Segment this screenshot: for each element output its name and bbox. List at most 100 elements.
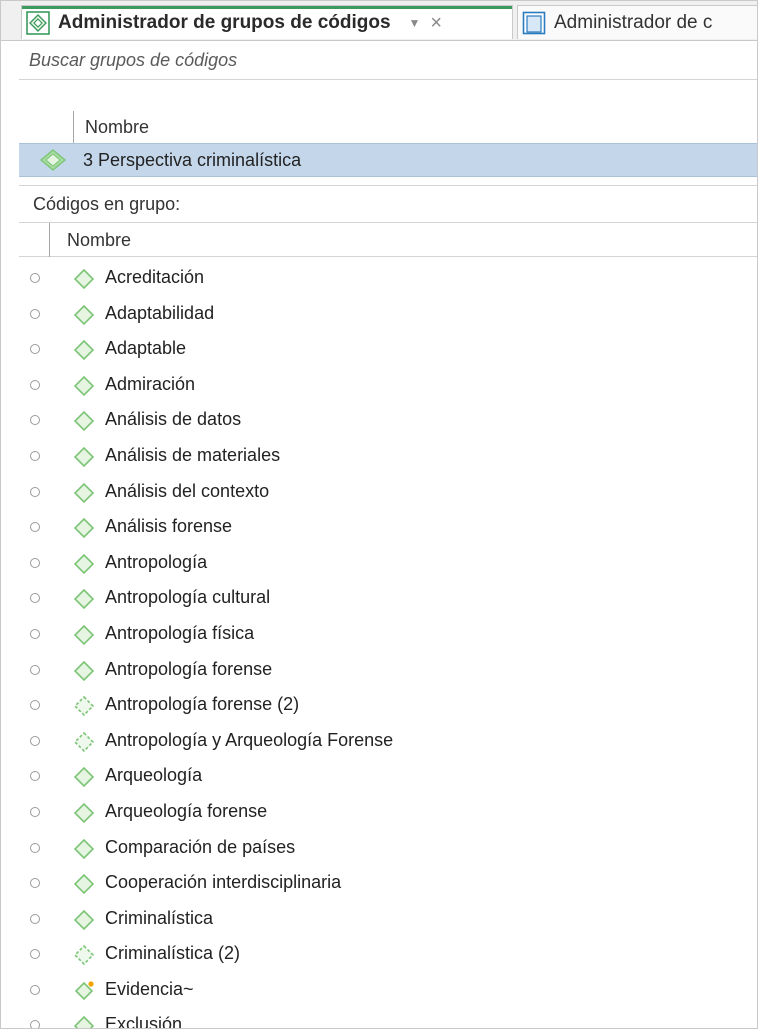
code-row[interactable]: Antropología forense (2) (19, 688, 757, 724)
code-diamond-icon (73, 518, 95, 539)
code-diamond-icon (73, 268, 95, 290)
code-manager-icon (522, 11, 546, 34)
code-dashed-diamond-icon (73, 945, 95, 966)
code-label: Exclusión (105, 1014, 183, 1029)
code-diamond-icon (73, 909, 95, 930)
radio-button[interactable] (30, 450, 40, 461)
code-label: Análisis del contexto (105, 480, 270, 501)
code-diamond-icon (73, 660, 95, 681)
codes-column-header[interactable]: Nombre (19, 223, 757, 257)
code-diamond-icon (73, 411, 95, 432)
radio-button[interactable] (30, 878, 40, 889)
code-label: Antropología cultural (105, 587, 271, 608)
radio-button[interactable] (30, 415, 40, 426)
code-label: Adaptabilidad (105, 302, 215, 323)
code-label: Análisis de datos (105, 409, 242, 430)
radio-button[interactable] (30, 273, 40, 283)
chevron-down-icon[interactable]: ▼ (409, 16, 421, 30)
code-label: Arqueología (105, 765, 203, 786)
search-input[interactable] (19, 49, 757, 71)
code-diamond-icon (73, 802, 95, 824)
code-row[interactable]: Comparación de países (19, 831, 757, 867)
code-diamond-icon (73, 838, 95, 859)
radio-button[interactable] (30, 949, 40, 960)
column-header-name[interactable]: Nombre (67, 230, 131, 251)
code-diamond-icon (73, 553, 95, 574)
code-label: Antropología forense (105, 658, 273, 679)
group-row-selected[interactable]: 3 Perspectiva criminalística (19, 143, 757, 177)
code-label: Antropología forense (2) (105, 694, 300, 715)
code-row[interactable]: Análisis forense (19, 510, 757, 546)
close-icon[interactable]: × (430, 13, 442, 33)
code-row[interactable]: Adaptabilidad (19, 297, 757, 333)
tab-strip: Administrador de grupos de códigos ▼ × A… (1, 1, 757, 41)
code-row[interactable]: Exclusión (19, 1008, 757, 1029)
code-label: Cooperación interdisciplinaria (105, 872, 342, 893)
radio-button[interactable] (30, 593, 40, 604)
radio-button[interactable] (30, 664, 40, 675)
code-row[interactable]: Acreditación (19, 261, 757, 297)
radio-button[interactable] (30, 771, 40, 782)
column-header-name[interactable]: Nombre (85, 117, 149, 138)
code-list: Acreditación Adaptabilidad Adaptable Admira… (19, 261, 757, 1029)
code-row[interactable]: Antropología cultural (19, 581, 757, 617)
radio-button[interactable] (30, 806, 40, 817)
radio-button[interactable] (30, 913, 40, 924)
code-row[interactable]: Admiración (19, 368, 757, 404)
codes-in-group-label: Códigos en grupo: (19, 185, 757, 223)
radio-button[interactable] (30, 842, 40, 853)
radio-button[interactable] (30, 522, 40, 533)
tab-title: Administrador de grupos de códigos (58, 11, 391, 33)
code-row[interactable]: Evidencia~ (19, 973, 757, 1009)
radio-button[interactable] (30, 486, 40, 497)
code-group-icon (39, 149, 67, 171)
radio-button[interactable] (30, 308, 40, 319)
code-row[interactable]: Cooperación interdisciplinaria (19, 866, 757, 902)
code-diamond-icon (73, 624, 95, 646)
radio-button[interactable] (30, 344, 40, 355)
code-row[interactable]: Antropología física (19, 617, 757, 653)
code-label: Antropología y Arqueología Forense (105, 729, 394, 750)
tab-code-manager[interactable]: Administrador de c (517, 5, 757, 39)
code-label: Análisis de materiales (105, 444, 281, 465)
radio-button[interactable] (30, 984, 40, 995)
code-label: Arqueología forense (105, 800, 268, 821)
code-diamond-icon (73, 767, 95, 788)
code-label: Análisis forense (105, 516, 233, 537)
code-group-manager-panel: Administrador de grupos de códigos ▼ × A… (0, 0, 758, 1029)
code-label: Admiración (105, 373, 196, 394)
code-row[interactable]: Análisis de materiales (19, 439, 757, 475)
tab-title: Administrador de c (554, 11, 713, 33)
code-row[interactable]: Antropología y Arqueología Forense (19, 724, 757, 760)
code-row[interactable]: Análisis de datos (19, 403, 757, 439)
code-label: Criminalística (2) (105, 943, 241, 964)
column-separator[interactable] (73, 111, 74, 143)
code-row[interactable]: Análisis del contexto (19, 475, 757, 511)
radio-button[interactable] (30, 628, 40, 639)
code-diamond-icon (73, 1016, 95, 1028)
code-row[interactable]: Antropología (19, 546, 757, 582)
code-row[interactable]: Criminalística (19, 902, 757, 938)
code-row[interactable]: Arqueología forense (19, 795, 757, 831)
code-dashed-diamond-icon (73, 695, 95, 717)
code-label: Criminalística (105, 907, 214, 928)
code-row[interactable]: Arqueología (19, 759, 757, 795)
code-row[interactable]: Adaptable (19, 332, 757, 368)
radio-button[interactable] (30, 735, 40, 746)
code-diamond-icon (73, 482, 95, 503)
active-tab-indicator (22, 6, 512, 9)
groups-column-header[interactable]: Nombre (19, 111, 757, 144)
column-separator[interactable] (49, 223, 50, 257)
code-label: Acreditación (105, 267, 205, 287)
code-diamond-icon (73, 304, 95, 325)
radio-button[interactable] (30, 1020, 40, 1028)
code-row[interactable]: Criminalística (2) (19, 937, 757, 973)
radio-button[interactable] (30, 700, 40, 711)
radio-button[interactable] (30, 557, 40, 568)
code-label: Antropología (105, 551, 208, 572)
tab-code-group-manager[interactable]: Administrador de grupos de códigos ▼ × (21, 5, 513, 39)
code-label: Antropología física (105, 622, 255, 643)
group-label: 3 Perspectiva criminalística (83, 150, 302, 170)
radio-button[interactable] (30, 379, 40, 390)
code-row[interactable]: Antropología forense (19, 653, 757, 689)
